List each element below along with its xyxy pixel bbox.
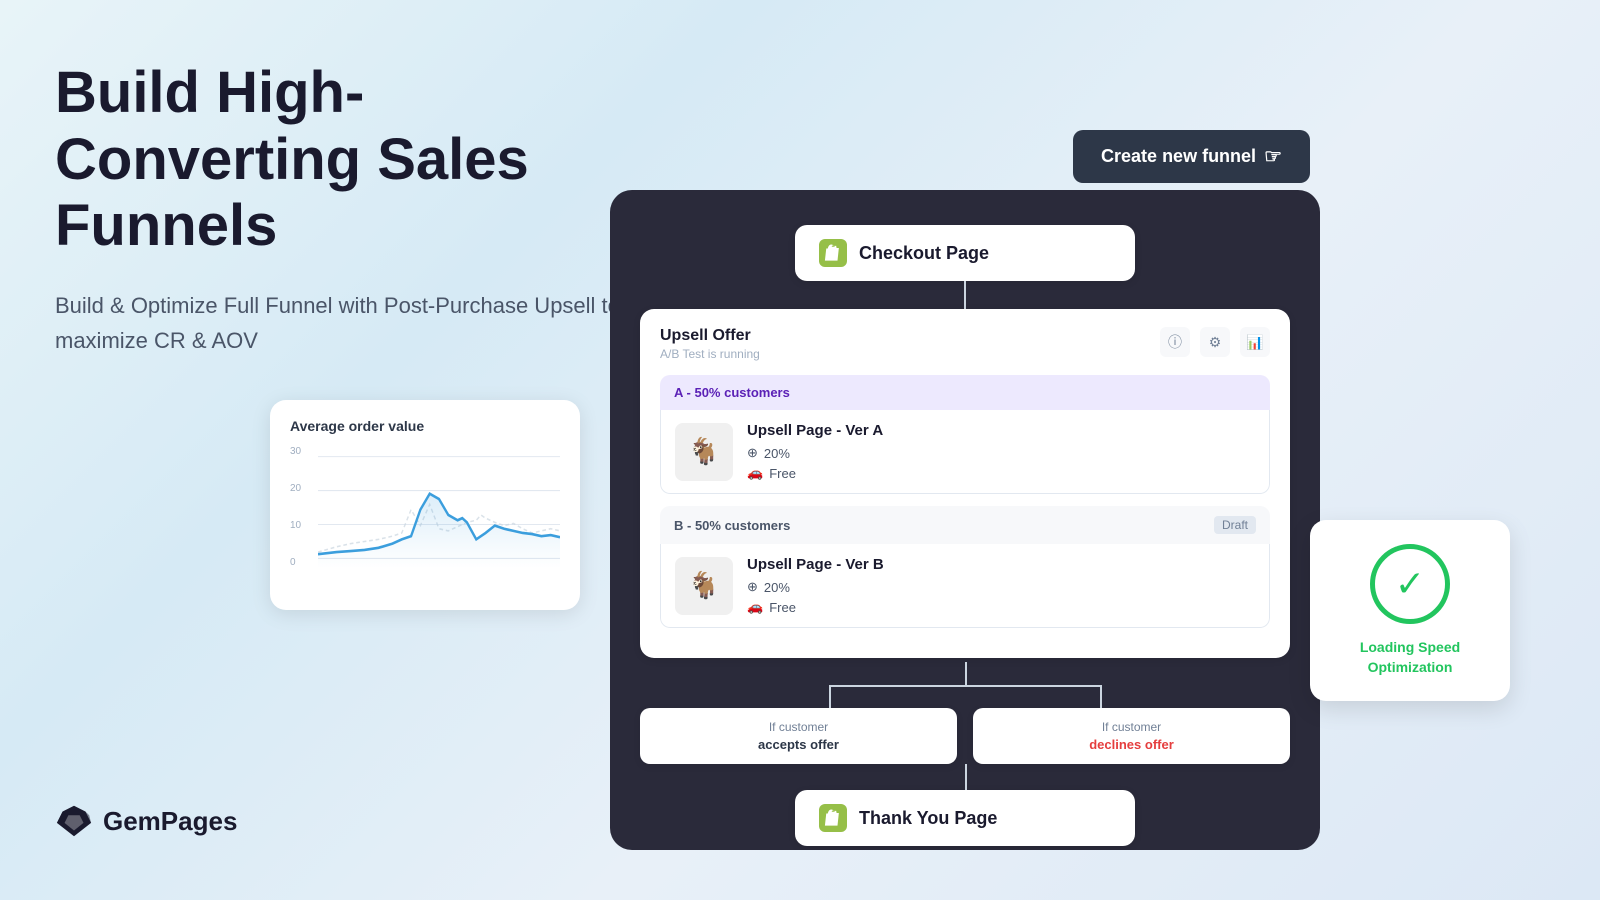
variant-b-header: B - 50% customers Draft xyxy=(660,506,1270,544)
shipping-icon-b: 🚗 xyxy=(747,599,763,615)
variant-a-discount-row: ⊕ 20% xyxy=(747,445,883,461)
left-branch-connector xyxy=(829,685,831,708)
accepts-condition: If customer xyxy=(656,720,941,734)
branch-connector-area xyxy=(640,662,1290,708)
main-title: Build High-Converting Sales Funnels xyxy=(55,60,655,260)
chart-title: Average order value xyxy=(290,418,560,434)
upsell-title-block: Upsell Offer A/B Test is running xyxy=(660,327,760,361)
variant-b-content: 🐐 Upsell Page - Ver B ⊕ 20% 🚗 Free xyxy=(660,544,1270,628)
branches-section: If customer accepts offer If customer de… xyxy=(640,662,1290,790)
variant-b-header-label: B - 50% customers xyxy=(674,518,790,533)
discount-icon: ⊕ xyxy=(747,445,758,461)
gem-pages-logo-icon xyxy=(55,802,93,840)
variant-a-info: Upsell Page - Ver A ⊕ 20% 🚗 Free xyxy=(747,422,883,481)
y-axis-labels: 30 20 10 0 xyxy=(290,446,301,568)
checkmark-icon: ✓ xyxy=(1395,563,1425,605)
variant-a-content: 🐐 Upsell Page - Ver A ⊕ 20% 🚗 Free xyxy=(660,410,1270,494)
product-thumb-a: 🐐 xyxy=(675,423,733,481)
upsell-actions: ⓘ ⚙ 📊 xyxy=(1160,327,1270,357)
hero-section: Build High-Converting Sales Funnels Buil… xyxy=(55,60,655,358)
shipping-icon: 🚗 xyxy=(747,465,763,481)
right-branch-connector xyxy=(1100,685,1102,708)
bottom-connector-line xyxy=(965,764,967,790)
variant-b-info: Upsell Page - Ver B ⊕ 20% 🚗 Free xyxy=(747,556,884,615)
create-funnel-label: Create new funnel xyxy=(1101,146,1256,167)
branch-cards: If customer accepts offer If customer de… xyxy=(640,708,1290,764)
shopify-icon xyxy=(819,239,847,267)
declines-offer-card: If customer declines offer xyxy=(973,708,1290,764)
variant-a-meta: ⊕ 20% 🚗 Free xyxy=(747,445,883,481)
speed-optimization-label: Loading Speed Optimization xyxy=(1330,638,1490,677)
variant-b-shipping: Free xyxy=(769,600,796,615)
variant-b-meta: ⊕ 20% 🚗 Free xyxy=(747,579,884,615)
cursor-icon: ☞ xyxy=(1264,144,1282,169)
variant-a-header: A - 50% customers xyxy=(660,375,1270,410)
funnel-flow: Checkout Page Upsell Offer A/B Test is r… xyxy=(640,225,1290,846)
variant-b-name: Upsell Page - Ver B xyxy=(747,556,884,573)
subtitle: Build & Optimize Full Funnel with Post-P… xyxy=(55,288,655,358)
variant-b-discount: 20% xyxy=(764,580,790,595)
horizontal-connector xyxy=(829,685,1102,687)
y-label-20: 20 xyxy=(290,483,301,494)
accepts-offer-card: If customer accepts offer xyxy=(640,708,957,764)
draft-badge: Draft xyxy=(1214,516,1256,534)
shopify-icon-ty xyxy=(819,804,847,832)
declines-condition: If customer xyxy=(989,720,1274,734)
y-label-30: 30 xyxy=(290,446,301,457)
chart-card: Average order value 30 20 10 0 xyxy=(270,400,580,610)
speed-optimization-card: ✓ Loading Speed Optimization xyxy=(1310,520,1510,701)
bottom-connector-area xyxy=(640,764,1290,790)
product-thumb-b: 🐐 xyxy=(675,557,733,615)
center-connector xyxy=(965,662,967,685)
variant-b-shipping-row: 🚗 Free xyxy=(747,599,884,615)
variant-a-shipping-row: 🚗 Free xyxy=(747,465,883,481)
thank-you-label: Thank You Page xyxy=(859,808,997,829)
ab-test-label: A/B Test is running xyxy=(660,347,760,361)
y-label-10: 10 xyxy=(290,520,301,531)
chart-svg-container xyxy=(318,446,560,568)
chart-button[interactable]: 📊 xyxy=(1240,327,1270,357)
variant-a-section: A - 50% customers 🐐 Upsell Page - Ver A … xyxy=(660,375,1270,494)
funnel-panel: Checkout Page Upsell Offer A/B Test is r… xyxy=(610,190,1320,850)
discount-icon-b: ⊕ xyxy=(747,579,758,595)
variant-b-discount-row: ⊕ 20% xyxy=(747,579,884,595)
upsell-title: Upsell Offer xyxy=(660,327,760,345)
declines-action: declines offer xyxy=(989,737,1274,752)
settings-button[interactable]: ⚙ xyxy=(1200,327,1230,357)
checkout-page-node[interactable]: Checkout Page xyxy=(795,225,1135,281)
variant-a-name: Upsell Page - Ver A xyxy=(747,422,883,439)
create-funnel-button[interactable]: Create new funnel ☞ xyxy=(1073,130,1310,183)
checkout-page-label: Checkout Page xyxy=(859,243,989,264)
accepts-action: accepts offer xyxy=(656,737,941,752)
variant-a-shipping: Free xyxy=(769,466,796,481)
thank-you-page-node[interactable]: Thank You Page xyxy=(795,790,1135,846)
upsell-offer-box: Upsell Offer A/B Test is running ⓘ ⚙ 📊 A… xyxy=(640,309,1290,658)
connector-1 xyxy=(964,281,966,309)
upsell-header: Upsell Offer A/B Test is running ⓘ ⚙ 📊 xyxy=(660,327,1270,361)
speed-check-circle: ✓ xyxy=(1370,544,1450,624)
y-label-0: 0 xyxy=(290,557,301,568)
variant-b-section: B - 50% customers Draft 🐐 Upsell Page - … xyxy=(660,506,1270,628)
logo-text: GemPages xyxy=(103,806,237,837)
chart-area: 30 20 10 0 xyxy=(290,446,560,586)
logo: GemPages xyxy=(55,802,237,840)
info-button[interactable]: ⓘ xyxy=(1160,327,1190,357)
variant-a-discount: 20% xyxy=(764,446,790,461)
